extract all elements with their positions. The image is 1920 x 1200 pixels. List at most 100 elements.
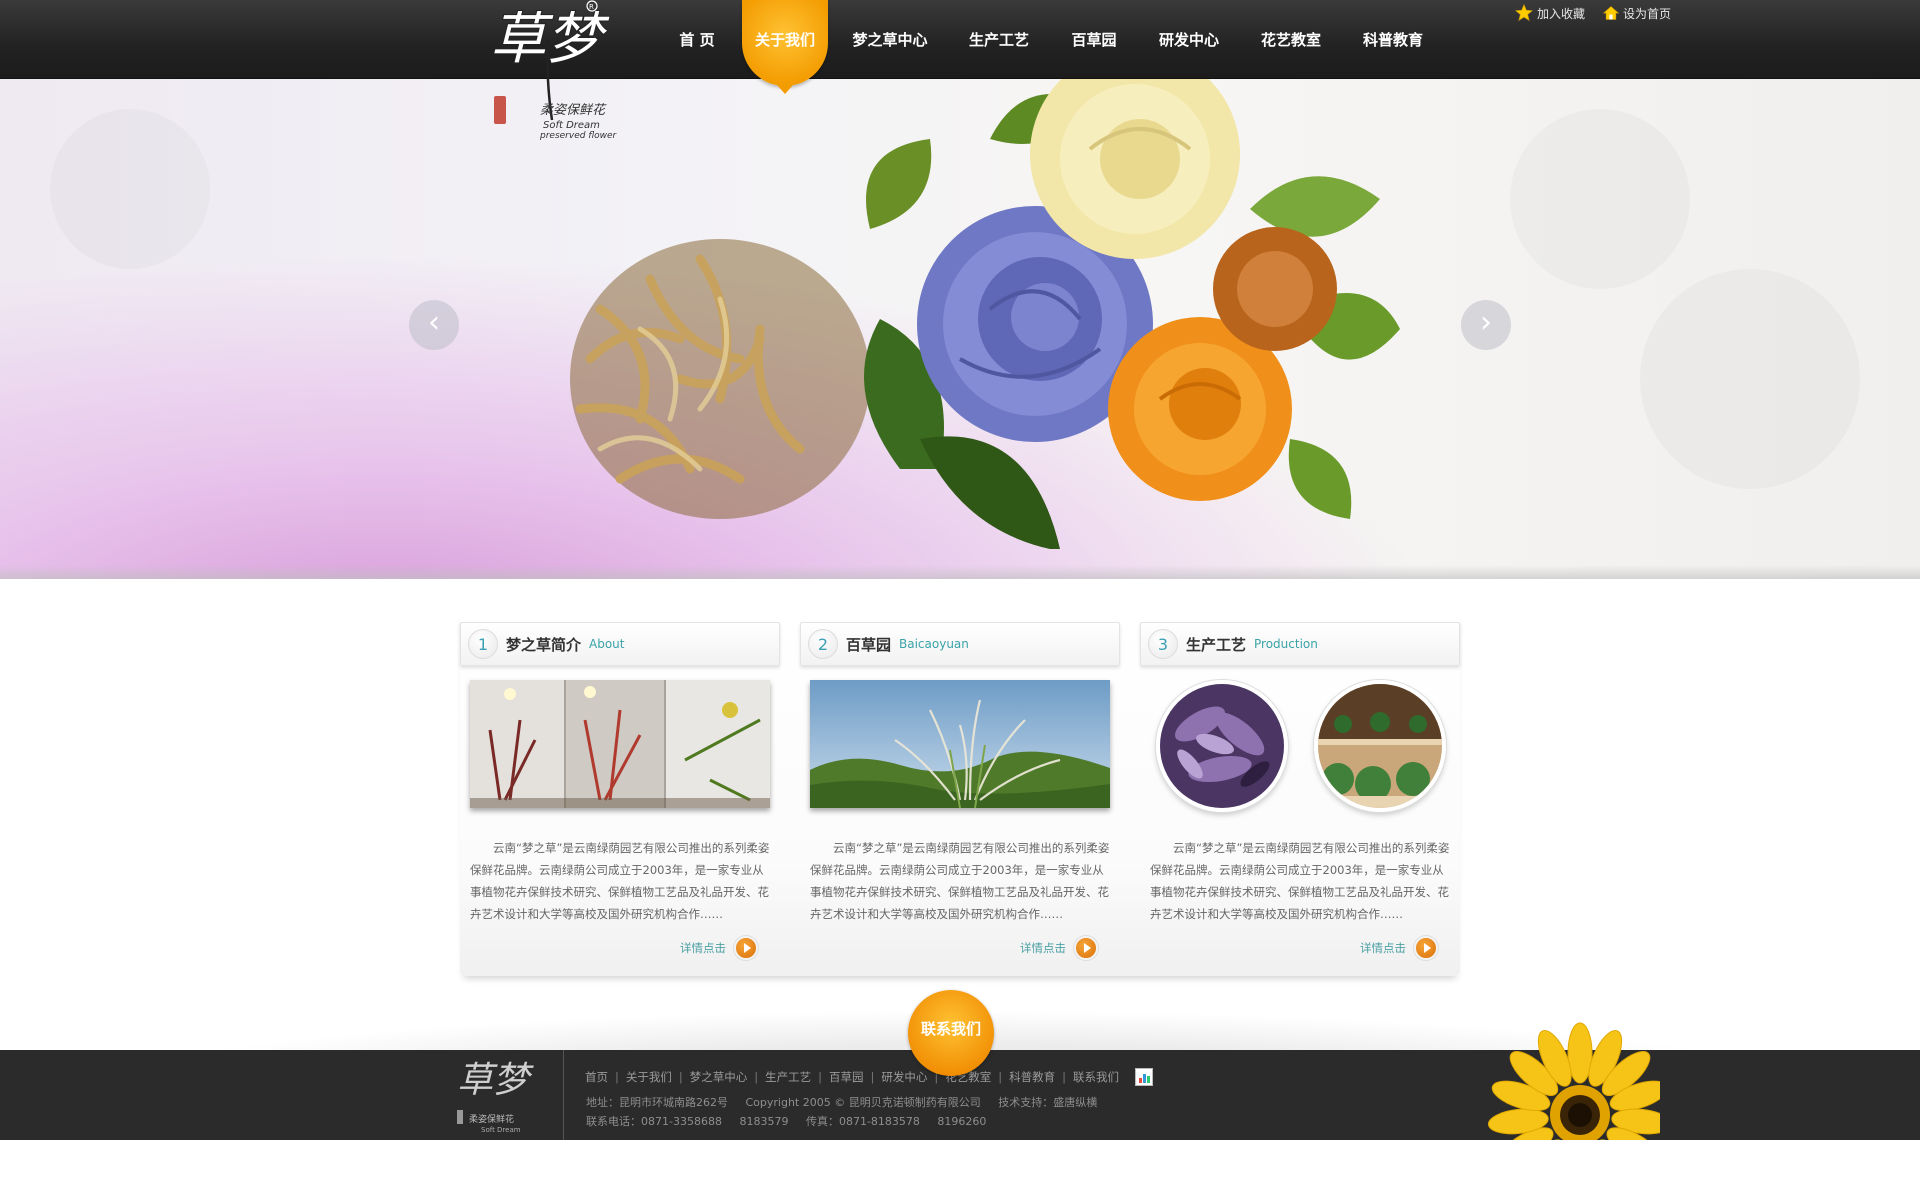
card-number: 1 (468, 629, 498, 659)
card-header: 2 百草园 Baicaoyuan (800, 622, 1120, 666)
footer-link-baicaoyuan[interactable]: 百草园 (829, 1069, 864, 1085)
card-header: 3 生产工艺 Production (1140, 622, 1460, 666)
footer-fax: 传真：0871-8183578 (805, 1115, 920, 1128)
banner-flower-image (50, 79, 1860, 549)
footer-address: 地址：昆明市环城南路262号 (586, 1096, 728, 1109)
footer-address-line: 地址：昆明市环城南路262号 Copyright 2005 © 昆明贝克诺顿制药… (586, 1094, 1111, 1110)
card-subtitle: About (589, 637, 625, 651)
footer-logo-text: 草梦 (457, 1060, 534, 1101)
footer-link-education[interactable]: 科普教育 (1009, 1069, 1055, 1085)
nav-item-education[interactable]: 科普教育 (1342, 0, 1444, 79)
nav-label: 关于我们 (754, 31, 815, 49)
banner-next-arrow[interactable]: › (1461, 300, 1511, 350)
logo-chinese-sub: 柔姿保鲜花 (540, 103, 607, 118)
nav-item-rnd[interactable]: 研发中心 (1138, 0, 1240, 79)
exhibition-image (470, 680, 770, 808)
nav-label: 科普教育 (1362, 31, 1423, 49)
footer-link-about[interactable]: 关于我们 (626, 1069, 672, 1085)
purple-flower-image (1160, 684, 1284, 808)
sunflower-image (1487, 1022, 1660, 1140)
footer-fax2: 8196260 (937, 1115, 987, 1128)
chevron-right-icon: › (1480, 305, 1492, 340)
main-nav: 首 页 关于我们 梦之草中心 生产工艺 百草园 研发中心 花艺教室 科普教育 (656, 0, 1444, 94)
nav-item-home[interactable]: 首 页 (656, 0, 738, 79)
footer-logo-english: Soft Dream (481, 1126, 521, 1134)
production-photo-flower[interactable] (1156, 680, 1288, 812)
card-about: 1 梦之草简介 About 云南“梦之草”是云南绿荫园艺有限公司推出的系列柔姿保… (460, 622, 780, 962)
footer-link-production[interactable]: 生产工艺 (765, 1069, 811, 1085)
brand-logo[interactable]: 草梦 R 柔姿保鲜花 Soft Dream preserved flower (488, 0, 638, 145)
footer-divider (563, 1050, 564, 1140)
card-more-link[interactable]: 详情点击 (680, 936, 758, 960)
more-label: 详情点击 (1020, 941, 1066, 955)
card-number: 2 (808, 629, 838, 659)
footer-link-home[interactable]: 首页 (585, 1069, 608, 1085)
play-arrow-icon (734, 936, 758, 960)
set-homepage-link[interactable]: 设为首页 (1603, 4, 1671, 22)
add-favorite-label: 加入收藏 (1537, 6, 1586, 21)
card-baicaoyuan: 2 百草园 Baicaoyuan 云南“梦之草”是云南绿荫园艺有限公司推出的系列… (800, 622, 1120, 962)
footer-logo-sub: 柔姿保鲜花 (469, 1113, 514, 1125)
star-icon (1515, 4, 1533, 21)
set-homepage-label: 设为首页 (1623, 6, 1672, 21)
more-label: 详情点击 (680, 941, 726, 955)
footer-phone2: 8183579 (739, 1115, 789, 1128)
add-favorite-link[interactable]: 加入收藏 (1515, 4, 1585, 22)
nav-item-baicaoyuan[interactable]: 百草园 (1050, 0, 1138, 79)
card-more-link[interactable]: 详情点击 (1020, 936, 1098, 960)
logo-english-sub: preserved flower (539, 131, 618, 141)
nav-item-dream-center[interactable]: 梦之草中心 (832, 0, 948, 79)
card-more-link[interactable]: 详情点击 (1360, 936, 1438, 960)
footer-copyright: Copyright 2005 © 昆明贝克诺顿制药有限公司 (745, 1096, 981, 1109)
chevron-left-icon: ‹ (428, 305, 440, 340)
logo-english: Soft Dream (543, 120, 600, 131)
footer-support: 技术支持：盛唐纵横 (998, 1096, 1098, 1109)
stats-icon[interactable] (1135, 1068, 1153, 1086)
card-production: 3 生产工艺 Production 云南“梦之草”是云南绿荫园艺有限公司推出的系… (1140, 622, 1460, 962)
card-number: 3 (1148, 629, 1178, 659)
card-description: 云南“梦之草”是云南绿荫园艺有限公司推出的系列柔姿保鲜花品牌。云南绿荫公司成立于… (470, 841, 770, 921)
footer-logo: 草梦 柔姿保鲜花 Soft Dream (455, 1050, 541, 1140)
top-header: 首 页 关于我们 梦之草中心 生产工艺 百草园 研发中心 花艺教室 科普教育 加… (0, 0, 1920, 94)
top-links: 加入收藏 设为首页 (1515, 4, 1671, 22)
card-title: 百草园 (846, 635, 892, 654)
footer-link-contact[interactable]: 联系我们 (1073, 1069, 1119, 1085)
banner-prev-arrow[interactable]: ‹ (409, 300, 459, 350)
footer-phone-line: 联系电话：0871-3358688 8183579 传真：0871-818357… (586, 1113, 1000, 1129)
nav-item-floral-class[interactable]: 花艺教室 (1240, 0, 1342, 79)
card-title: 生产工艺 (1186, 635, 1247, 654)
card-title: 梦之草简介 (506, 635, 582, 654)
potted-plants-image (1318, 684, 1442, 808)
contact-us-button[interactable]: 联系我们 (908, 990, 994, 1076)
card-subtitle: Baicaoyuan (899, 637, 969, 651)
logo-text: 草梦 (490, 7, 610, 72)
nav-label: 生产工艺 (968, 31, 1029, 49)
nav-label: 百草园 (1071, 31, 1117, 49)
nav-label: 研发中心 (1158, 31, 1219, 49)
contact-us-label: 联系我们 (920, 1019, 981, 1038)
sunflower-decoration (1480, 1005, 1660, 1140)
footer-link-rnd[interactable]: 研发中心 (881, 1069, 927, 1085)
banner-shadow (0, 565, 1920, 579)
about-photo[interactable] (470, 680, 770, 808)
play-arrow-icon (1074, 936, 1098, 960)
home-icon (1603, 6, 1620, 20)
nav-label: 首 页 (679, 31, 715, 49)
more-label: 详情点击 (1360, 941, 1406, 955)
hero-banner: ‹ › (0, 79, 1920, 579)
card-header: 1 梦之草简介 About (460, 622, 780, 666)
nav-item-production[interactable]: 生产工艺 (948, 0, 1050, 79)
card-description: 云南“梦之草”是云南绿荫园艺有限公司推出的系列柔姿保鲜花品牌。云南绿荫公司成立于… (1150, 841, 1450, 921)
production-photo-shelf[interactable] (1314, 680, 1446, 812)
play-arrow-icon (1414, 936, 1438, 960)
card-subtitle: Production (1254, 637, 1318, 651)
nav-label: 花艺教室 (1260, 31, 1321, 49)
nav-item-about[interactable]: 关于我们 (738, 0, 832, 94)
logo-graphic: 草梦 R 柔姿保鲜花 Soft Dream preserved flower (489, 0, 618, 141)
nav-label: 梦之草中心 (852, 31, 928, 49)
footer-link-dream-center[interactable]: 梦之草中心 (690, 1069, 748, 1085)
baicaoyuan-photo[interactable] (810, 680, 1110, 808)
footer-phone: 联系电话：0871-3358688 (586, 1115, 722, 1128)
grass-field-image (810, 680, 1110, 808)
card-description: 云南“梦之草”是云南绿荫园艺有限公司推出的系列柔姿保鲜花品牌。云南绿荫公司成立于… (810, 841, 1110, 921)
